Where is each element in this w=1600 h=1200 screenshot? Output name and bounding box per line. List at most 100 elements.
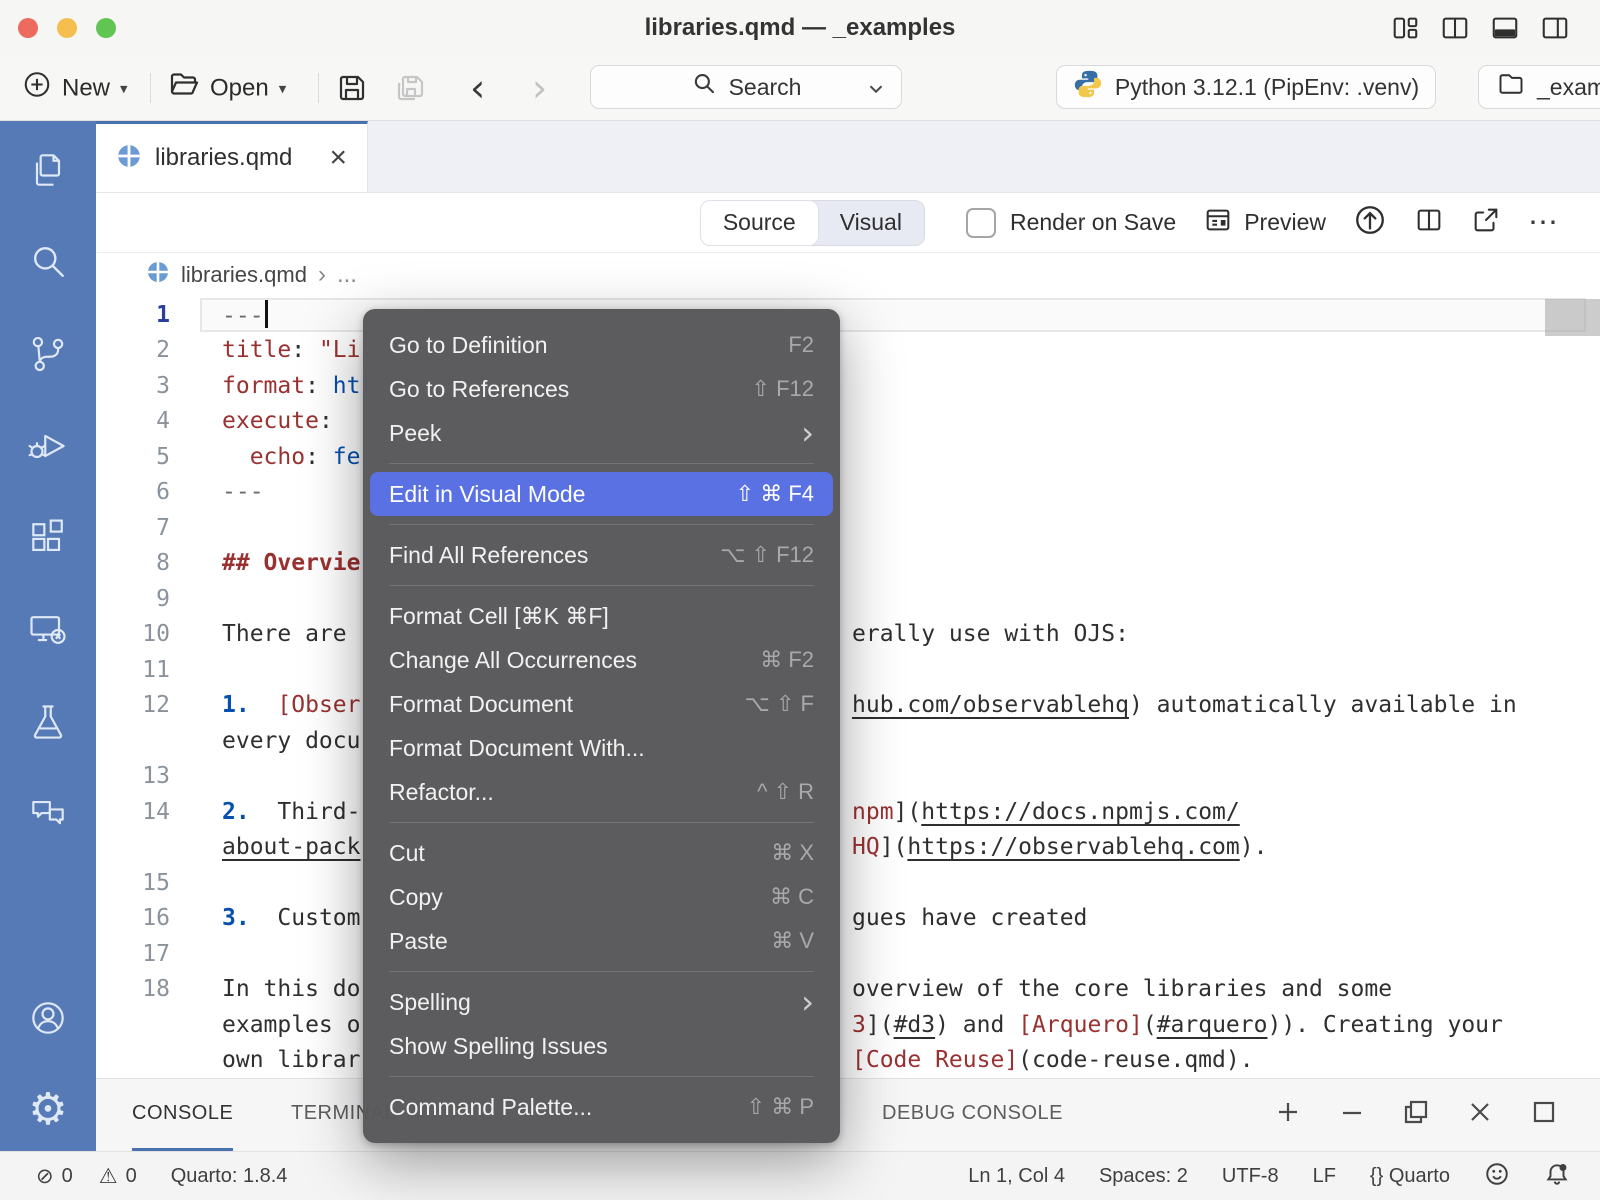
- editor-line[interactable]: 163. Customgues have created: [96, 901, 1600, 937]
- sidebar-item-account[interactable]: [25, 995, 71, 1041]
- maximize-panel-icon[interactable]: [1530, 1098, 1558, 1132]
- line-number: 2: [96, 337, 170, 363]
- menu-item-change-all-occurrences[interactable]: Change All Occurrences⌘ F2: [370, 638, 833, 682]
- sidebar-item-run-and-debug[interactable]: [25, 423, 71, 469]
- editor-line[interactable]: about-packHQ](https://observablehq.com).: [96, 830, 1600, 866]
- eol-status[interactable]: LF: [1313, 1165, 1336, 1188]
- new-button[interactable]: New ▾: [22, 70, 128, 107]
- editor-line[interactable]: every docu: [96, 723, 1600, 759]
- breadcrumb[interactable]: libraries.qmd › ...: [96, 253, 1600, 297]
- menu-item-refactor[interactable]: Refactor...^ ⇧ R: [370, 770, 833, 814]
- sidebar-item-sessions[interactable]: [25, 607, 71, 653]
- quarto-version-status[interactable]: Quarto: 1.8.4: [171, 1165, 288, 1188]
- problems-status[interactable]: ⊘ 0: [36, 1165, 73, 1188]
- menu-item-format-cell-k-f[interactable]: Format Cell [⌘K ⌘F]: [370, 594, 833, 638]
- editor-line[interactable]: 7: [96, 510, 1600, 546]
- more-actions-icon[interactable]: ⋯: [1528, 205, 1560, 240]
- editor-line[interactable]: 13: [96, 759, 1600, 795]
- minimize-window-button[interactable]: [57, 18, 77, 38]
- tab-libraries-qmd[interactable]: libraries.qmd ×: [96, 121, 368, 192]
- editor-line[interactable]: 18In this dooverview of the core librari…: [96, 972, 1600, 1008]
- breadcrumb-ellipsis[interactable]: ...: [337, 261, 357, 289]
- editor-line[interactable]: own librar[Code Reuse](code-reuse.qmd).: [96, 1043, 1600, 1079]
- sidebar-item-explorer[interactable]: [25, 147, 71, 193]
- editor-line[interactable]: examples o3](#d3) and [Arquero](#arquero…: [96, 1007, 1600, 1043]
- sidebar-item-extensions[interactable]: [25, 515, 71, 561]
- editor-line[interactable]: 6---: [96, 475, 1600, 511]
- split-editor-icon[interactable]: [1414, 205, 1444, 241]
- editor-line[interactable]: 8## Overvie: [96, 546, 1600, 582]
- render-publish-icon[interactable]: [1353, 203, 1387, 243]
- close-panel-icon[interactable]: [1466, 1098, 1494, 1132]
- tab-console[interactable]: CONSOLE: [132, 1079, 233, 1151]
- split-editor-layout-icon[interactable]: [1440, 13, 1470, 43]
- editor-line[interactable]: 10There are erally use with OJS:: [96, 617, 1600, 653]
- menu-item-label: Go to Definition: [389, 332, 548, 359]
- editor-line[interactable]: 17: [96, 936, 1600, 972]
- language-mode-status[interactable]: {} Quarto: [1370, 1165, 1450, 1188]
- tab-debug-console[interactable]: DEBUG CONSOLE: [882, 1079, 1063, 1151]
- notifications-bell-icon[interactable]: [1544, 1161, 1570, 1193]
- menu-item-peek[interactable]: Peek›: [370, 411, 833, 455]
- editor-line[interactable]: 4execute:: [96, 404, 1600, 440]
- indentation-status[interactable]: Spaces: 2: [1099, 1165, 1188, 1188]
- toggle-right-panel-icon[interactable]: [1540, 13, 1570, 43]
- toggle-bottom-panel-icon[interactable]: [1490, 13, 1520, 43]
- sidebar-item-testing[interactable]: [25, 699, 71, 745]
- zoom-window-button[interactable]: [96, 18, 116, 38]
- menu-item-go-to-references[interactable]: Go to References⇧ F12: [370, 367, 833, 411]
- tab-label: libraries.qmd: [155, 144, 316, 172]
- customize-layout-icon[interactable]: [1390, 13, 1420, 43]
- menu-item-edit-in-visual-mode[interactable]: Edit in Visual Mode⇧ ⌘ F4: [370, 472, 833, 516]
- menu-item-find-all-references[interactable]: Find All References⌥ ⇧ F12: [370, 533, 833, 577]
- visual-mode-button[interactable]: Visual: [818, 201, 924, 245]
- cursor-position-status[interactable]: Ln 1, Col 4: [968, 1165, 1065, 1188]
- editor-line[interactable]: 2title: "Li: [96, 333, 1600, 369]
- menu-item-spelling[interactable]: Spelling›: [370, 980, 833, 1024]
- menu-item-paste[interactable]: Paste⌘ V: [370, 919, 833, 963]
- editor-line[interactable]: 1---: [96, 297, 1600, 333]
- navigate-back-button[interactable]: ‹: [470, 69, 485, 107]
- render-on-save-checkbox[interactable]: [966, 208, 996, 238]
- sidebar-item-source-control[interactable]: [25, 331, 71, 377]
- encoding-status[interactable]: UTF-8: [1222, 1165, 1279, 1188]
- warnings-status[interactable]: ⚠ 0: [99, 1165, 137, 1188]
- editor-line[interactable]: 11: [96, 652, 1600, 688]
- source-mode-button[interactable]: Source: [701, 201, 818, 245]
- restore-panel-icon[interactable]: [1402, 1098, 1430, 1132]
- menu-item-format-document-with[interactable]: Format Document With...: [370, 726, 833, 770]
- editor-line[interactable]: 5 echo: fe: [96, 439, 1600, 475]
- menu-item-show-spelling-issues[interactable]: Show Spelling Issues: [370, 1024, 833, 1068]
- sidebar-item-comments[interactable]: [25, 791, 71, 837]
- editor-line[interactable]: 9: [96, 581, 1600, 617]
- editor-scrollbar[interactable]: [1545, 299, 1600, 336]
- search-dropdown-chevron-icon[interactable]: [865, 78, 887, 106]
- feedback-smiley-icon[interactable]: [1484, 1161, 1510, 1193]
- menu-item-command-palette[interactable]: Command Palette...⇧ ⌘ P: [370, 1085, 833, 1129]
- preview-button[interactable]: Preview: [1203, 205, 1326, 241]
- menu-item-cut[interactable]: Cut⌘ X: [370, 831, 833, 875]
- breadcrumb-file[interactable]: libraries.qmd: [181, 262, 307, 288]
- workspace-selector[interactable]: _examples: [1478, 65, 1600, 109]
- editor-line[interactable]: 121. [Obserhub.com/observablehq) automat…: [96, 688, 1600, 724]
- minimize-panel-icon[interactable]: [1338, 1098, 1366, 1132]
- menu-item-format-document[interactable]: Format Document⌥ ⇧ F: [370, 682, 833, 726]
- add-panel-icon[interactable]: [1274, 1098, 1302, 1132]
- code-editor[interactable]: 1---2title: "Li3format: ht4execute:5 ech…: [96, 297, 1600, 1078]
- open-button[interactable]: Open ▾: [168, 69, 286, 108]
- menu-item-go-to-definition[interactable]: Go to DefinitionF2: [370, 323, 833, 367]
- navigate-forward-button[interactable]: ›: [532, 69, 547, 107]
- menu-item-copy[interactable]: Copy⌘ C: [370, 875, 833, 919]
- search-input[interactable]: Search: [590, 65, 902, 109]
- close-window-button[interactable]: [18, 18, 38, 38]
- editor-line[interactable]: 142. Third-npm](https://docs.npmjs.com/: [96, 794, 1600, 830]
- save-button[interactable]: [336, 72, 368, 104]
- interpreter-selector[interactable]: Python 3.12.1 (PipEnv: .venv): [1056, 65, 1436, 109]
- editor-line[interactable]: 3format: ht: [96, 368, 1600, 404]
- sidebar-item-search[interactable]: [25, 239, 71, 285]
- tab-close-icon[interactable]: ×: [329, 143, 347, 173]
- open-in-new-window-icon[interactable]: [1471, 205, 1501, 241]
- sidebar-item-settings[interactable]: ⚙: [25, 1087, 71, 1133]
- editor-line[interactable]: 15: [96, 865, 1600, 901]
- save-all-button[interactable]: [392, 70, 428, 106]
